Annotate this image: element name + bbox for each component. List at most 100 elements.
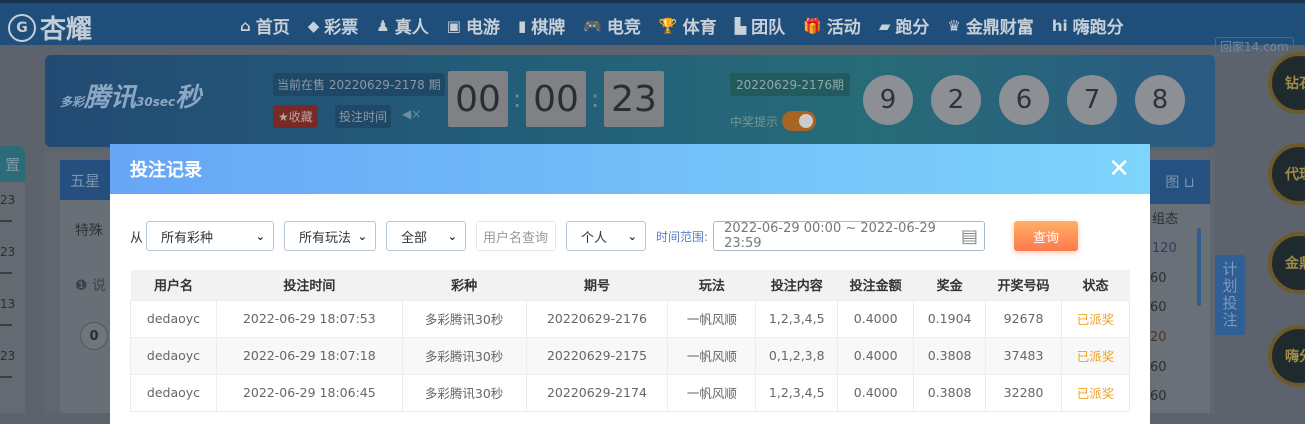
nav-icon: ♟ [376, 16, 390, 35]
nav-item[interactable]: ▮ 棋牌 [518, 13, 566, 39]
watermark: 回家14.com [1215, 37, 1294, 56]
table-cell: 一帆风顺 [667, 299, 757, 338]
table-cell: 已派奖 [1061, 336, 1130, 375]
nav-label: 团队 [751, 18, 786, 38]
table-cell: 20220629-2176 [525, 299, 669, 338]
calendar-icon: ▤ [961, 225, 979, 247]
table-cell: 0.4000 [837, 299, 915, 338]
site-logo[interactable]: G 杏耀 [8, 9, 92, 46]
win-notice: 中奖提示 [730, 111, 817, 131]
from-label: 从 [130, 230, 144, 246]
right-value: 60 [1150, 271, 1167, 286]
table-cell: 0.4000 [837, 336, 915, 375]
result-ball: 9 [863, 75, 913, 125]
table-cell: 1,2,3,4,5 [755, 373, 839, 412]
agent-badge[interactable]: 代理 [1268, 143, 1305, 205]
countdown-minutes: 00 [526, 71, 586, 127]
tab-five-star[interactable]: 五星 [60, 160, 110, 200]
nav-label: 电竞 [606, 18, 641, 38]
chevron-down-icon: ⌄ [255, 229, 266, 243]
nav-item[interactable]: ◆ 彩票 [308, 13, 359, 39]
scope-select[interactable]: 全部 ⌄ [386, 221, 467, 251]
nav-item[interactable]: 🎮 电竞 [583, 13, 641, 39]
table-cell: 37483 [985, 336, 1063, 375]
nav-item[interactable]: ▰ 跑分 [879, 13, 930, 39]
countdown-seconds: 23 [604, 71, 664, 127]
table-cell: dedaoyc [130, 299, 217, 338]
column-header[interactable]: 开奖号码 [985, 270, 1062, 300]
nav-item[interactable]: 🎁 活动 [803, 13, 861, 39]
column-header[interactable]: 奖金 [913, 270, 986, 300]
table-cell: 2022-06-29 18:07:18 [215, 336, 403, 375]
current-issue: 当前在售 20220629-2178 期 [273, 73, 445, 96]
win-notice-toggle[interactable] [782, 111, 817, 131]
column-header[interactable]: 投注时间 [216, 270, 403, 300]
mute-icon[interactable]: ◀× [402, 107, 421, 121]
column-header[interactable]: 彩种 [402, 270, 527, 300]
nav-label: 真人 [394, 18, 429, 38]
play-select[interactable]: 所有玩法 ⌄ [284, 221, 377, 251]
nav-item[interactable]: hi 嗨跑分 [1052, 13, 1124, 39]
close-icon[interactable]: ✕ [1108, 154, 1130, 184]
nav-item[interactable]: ▣ 电游 [446, 13, 500, 39]
result-ball: 7 [1067, 75, 1117, 125]
previous-issue: 20220629-2176期 [730, 73, 850, 96]
table-cell: 2022-06-29 18:07:53 [215, 299, 403, 338]
column-header[interactable]: 状态 [1061, 270, 1130, 300]
favorite-button[interactable]: ★收藏 [273, 105, 318, 128]
lottery-logo: 多彩腾讯30sec秒 [60, 83, 202, 113]
top-nav: G 杏耀 ⌂ 首页 ◆ 彩票 ♟ 真人 ▣ 电游 ▮ 棋牌 🎮 电竞 🏆 体育 ▙ 团队 🎁 活动 ▰ 跑分 ♛ 金鼎财富 h… [0, 0, 1305, 56]
side-value: 23 [0, 349, 16, 363]
plan-bet-button[interactable]: 计划投注 [1215, 255, 1245, 335]
column-header[interactable]: 投注金额 [837, 270, 914, 300]
nav-icon: ▣ [446, 16, 461, 35]
bet-time-button[interactable]: 投注时间 [335, 105, 392, 128]
mode-select[interactable]: 个人 ⌄ [566, 221, 647, 251]
table-cell: 0.4000 [837, 373, 915, 412]
table-cell: 0.3808 [913, 336, 987, 375]
side-tab[interactable]: 置 [0, 146, 25, 182]
right-label: 组态 [1152, 212, 1179, 227]
table-row: dedaoyc 2022-06-29 18:07:53 多彩腾讯30秒 2022062… [130, 299, 1130, 338]
right-value: 60 [1150, 389, 1167, 404]
zero-counter: 0 [80, 322, 108, 350]
tab-special[interactable]: 特殊 [75, 220, 103, 240]
table-cell: 20220629-2174 [525, 373, 669, 412]
result-ball: 2 [931, 75, 981, 125]
table-cell: 0.1904 [913, 299, 987, 338]
column-header[interactable]: 期号 [526, 270, 668, 300]
nav-item[interactable]: ⌂ 首页 [240, 13, 290, 39]
side-value: 13 [0, 297, 16, 311]
date-range-input[interactable]: 2022-06-29 00:00 ~ 2022-06-29 23:59 ▤ [713, 221, 986, 251]
nav-item[interactable]: ♟ 真人 [376, 13, 429, 39]
nav-item[interactable]: ♛ 金鼎财富 [947, 13, 1033, 39]
nav-item[interactable]: ▙ 团队 [735, 13, 786, 39]
column-header[interactable]: 用户名 [130, 270, 217, 300]
jinding-badge[interactable]: 金鼎 [1268, 232, 1305, 294]
nav-item[interactable]: 🏆 体育 [659, 13, 717, 39]
right-scrollbar[interactable] [1197, 228, 1201, 306]
result-ball: 8 [1135, 75, 1185, 125]
table-cell: 已派奖 [1061, 299, 1130, 338]
lottery-select[interactable]: 所有彩种 ⌄ [146, 221, 275, 251]
table-cell: 20220629-2175 [525, 336, 669, 375]
column-header[interactable]: 投注内容 [755, 270, 838, 300]
table-cell: 92678 [985, 299, 1063, 338]
username-search-input[interactable]: 用户名查询 [476, 221, 557, 251]
table-cell: 32280 [985, 373, 1063, 412]
paofen-badge[interactable]: 嗨分 [1268, 325, 1305, 387]
nav-label: 棋牌 [531, 18, 566, 38]
diamond-badge[interactable]: 钻石 [1268, 52, 1305, 114]
logo-text: 杏耀 [40, 15, 93, 45]
bet-records-modal: 投注记录 ✕ 从 所有彩种 ⌄ 所有玩法 ⌄ 全部 ⌄ 用户名查询 个人 ⌄ 时间范围:… [110, 144, 1150, 424]
chevron-down-icon: ⌄ [627, 229, 638, 243]
trend-chart-link[interactable]: 图 ⊔ [1150, 160, 1210, 204]
table-cell: 多彩腾讯30秒 [401, 299, 527, 338]
table-cell: 0,1,2,3,8 [755, 336, 839, 375]
table-cell: 多彩腾讯30秒 [401, 336, 527, 375]
explain-label[interactable]: ❶ 说 [75, 275, 106, 295]
right-value: 20 [1150, 330, 1167, 345]
lottery-panel: 多彩腾讯30sec秒 当前在售 20220629-2178 期 ★收藏 投注时间… [45, 55, 1215, 147]
column-header[interactable]: 玩法 [667, 270, 756, 300]
query-button[interactable]: 查询 [1014, 221, 1078, 251]
